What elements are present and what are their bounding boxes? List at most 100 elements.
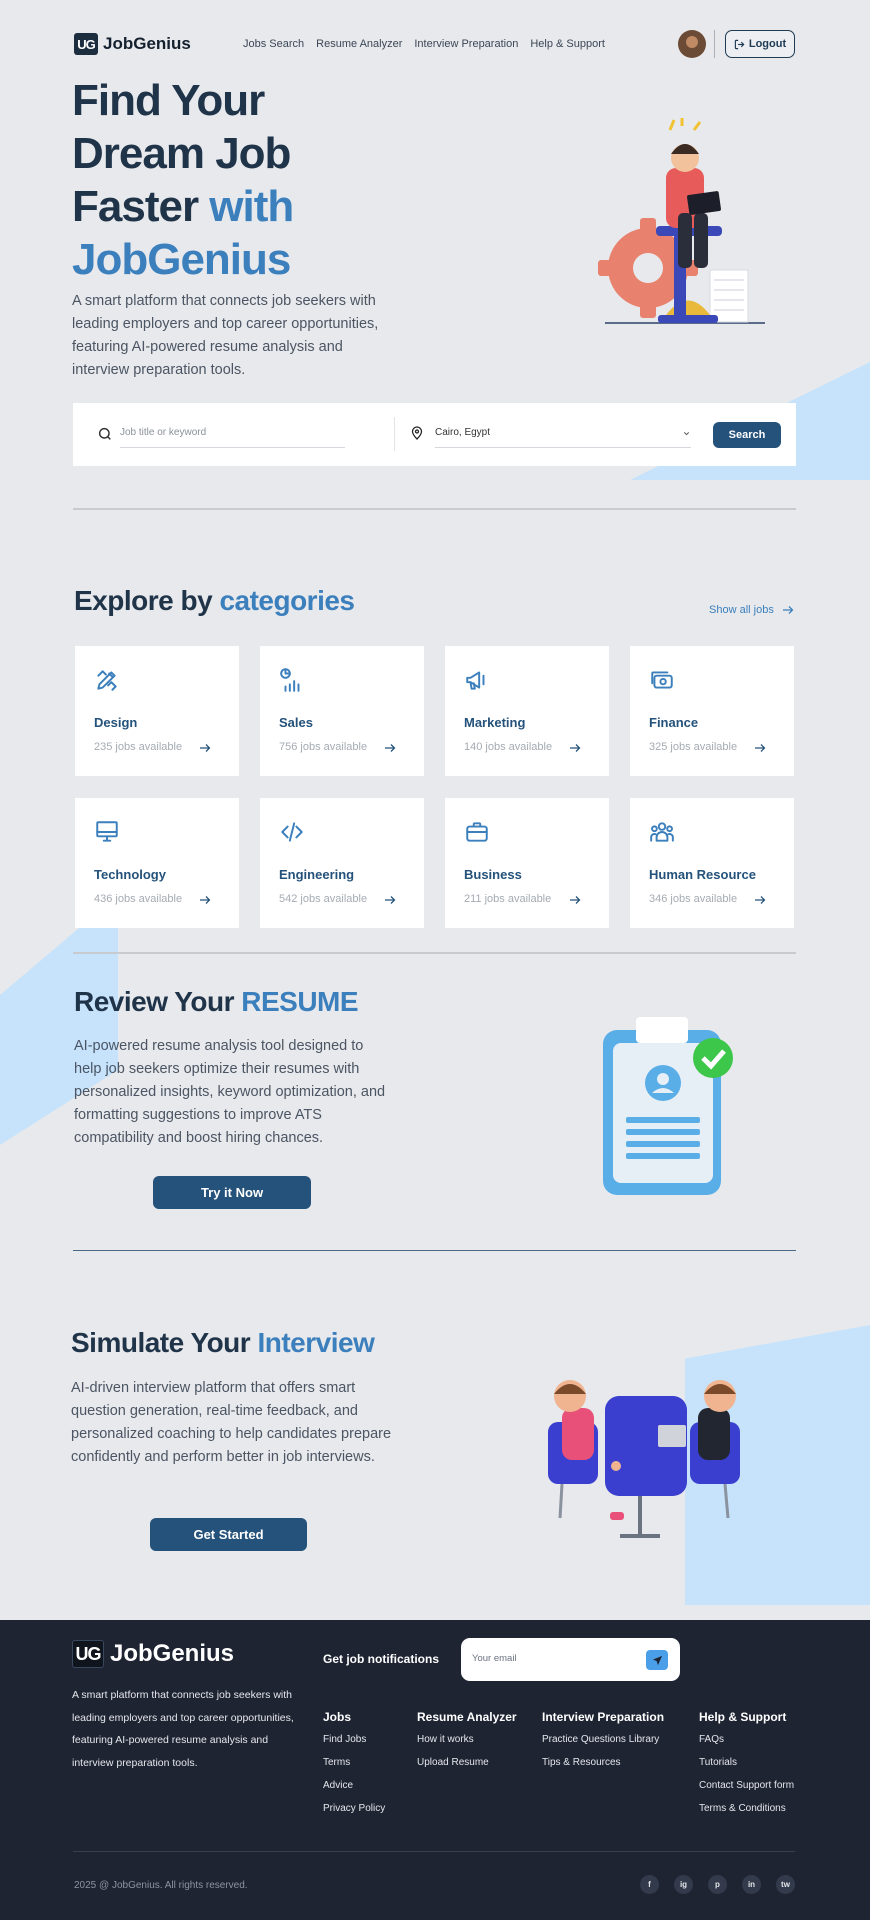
chart-icon (280, 668, 300, 692)
category-count: 346 jobs available (649, 893, 738, 905)
category-card[interactable]: Design 235 jobs available (75, 646, 239, 776)
arrow-right-icon (782, 606, 794, 614)
hero-title-accent: with (209, 182, 294, 231)
logo-mark: UG (74, 33, 98, 55)
resume-illustration (603, 1017, 733, 1195)
arrow-right-icon[interactable] (199, 743, 211, 753)
location-value: Cairo, Egypt (435, 427, 491, 438)
footer-link[interactable]: Find Jobs (323, 1733, 385, 1746)
arrow-right-icon[interactable] (384, 743, 396, 753)
arrow-right-icon[interactable] (384, 895, 396, 905)
keyword-input[interactable] (120, 418, 345, 448)
footer-column-heading: Interview Preparation (542, 1710, 665, 1724)
footer-link[interactable]: Terms (323, 1756, 385, 1769)
hero-title-brand: JobGenius (72, 235, 291, 284)
footer-link[interactable]: Upload Resume (417, 1756, 517, 1769)
code-icon (281, 822, 303, 842)
category-count: 235 jobs available (94, 741, 183, 753)
resume-title-accent: RESUME (241, 986, 359, 1017)
category-count: 436 jobs available (94, 893, 183, 905)
logout-button[interactable]: Logout (725, 30, 795, 58)
category-card[interactable]: Engineering 542 jobs available (260, 798, 424, 928)
email-placeholder: Your email (472, 1653, 517, 1664)
chevron-down-icon (683, 431, 690, 436)
category-card[interactable]: Marketing 140 jobs available (445, 646, 609, 776)
footer-column: Help & Support FAQs Tutorials Contact Suppo… (699, 1710, 794, 1825)
arrow-right-icon[interactable] (569, 895, 581, 905)
section-divider (73, 1250, 796, 1251)
search-button[interactable]: Search (713, 422, 781, 448)
footer-link[interactable]: How it works (417, 1733, 517, 1746)
interview-title-text: Simulate Your (71, 1327, 258, 1358)
nav-resume-analyzer[interactable]: Resume Analyzer (316, 38, 402, 50)
nav-jobs-search[interactable]: Jobs Search (243, 38, 304, 50)
footer-divider (73, 1851, 795, 1852)
category-count: 140 jobs available (464, 741, 553, 753)
send-icon (652, 1655, 662, 1665)
logo[interactable]: UG JobGenius (74, 33, 191, 55)
hero-illustration (598, 118, 765, 324)
linkedin-icon[interactable]: in (742, 1875, 761, 1894)
footer: UG JobGenius A smart platform that conne… (0, 1620, 870, 1920)
footer-link[interactable]: Tutorials (699, 1756, 794, 1769)
logout-label: Logout (748, 38, 787, 50)
try-it-now-button[interactable]: Try it Now (153, 1176, 311, 1209)
get-started-button[interactable]: Get Started (150, 1518, 307, 1551)
instagram-icon[interactable]: ig (674, 1875, 693, 1894)
facebook-icon[interactable]: f (640, 1875, 659, 1894)
category-count: 211 jobs available (464, 893, 552, 905)
notifications-label: Get job notifications (323, 1652, 439, 1666)
logo-text: JobGenius (103, 34, 191, 53)
resume-title-text: Review Your (74, 986, 242, 1017)
category-card[interactable]: Business 211 jobs available (445, 798, 609, 928)
arrow-right-icon[interactable] (754, 895, 766, 905)
category-name: Design (94, 715, 138, 730)
subscribe-button[interactable] (646, 1650, 668, 1670)
footer-link[interactable]: Contact Support form (699, 1779, 794, 1792)
email-field[interactable]: Your email (461, 1638, 680, 1681)
category-card[interactable]: Human Resource 346 jobs available (630, 798, 794, 928)
interview-illustration (548, 1380, 740, 1538)
category-card[interactable]: Sales 756 jobs available (260, 646, 424, 776)
copyright: 2025 @ JobGenius. All rights reserved. (74, 1880, 248, 1891)
footer-logo[interactable]: UG JobGenius (72, 1640, 234, 1668)
logout-icon (734, 39, 745, 49)
footer-column-heading: Jobs (323, 1710, 352, 1724)
category-name: Human Resource (649, 867, 756, 882)
twitter-icon[interactable]: tw (776, 1875, 795, 1894)
category-card[interactable]: Technology 436 jobs available (75, 798, 239, 928)
job-search-bar: Cairo, Egypt Search (73, 403, 796, 466)
category-count: 325 jobs available (649, 741, 738, 753)
divider (714, 30, 715, 58)
footer-column: Interview Preparation Practice Questions … (542, 1710, 664, 1779)
hero-title-line: Find Your (72, 76, 265, 125)
logo-text: JobGenius (110, 1640, 235, 1667)
category-card[interactable]: Finance 325 jobs available (630, 646, 794, 776)
pinterest-icon[interactable]: p (708, 1875, 727, 1894)
money-icon (651, 671, 673, 689)
category-name: Sales (279, 715, 313, 730)
category-name: Business (464, 867, 522, 882)
footer-link[interactable]: FAQs (699, 1733, 794, 1746)
arrow-right-icon[interactable] (754, 743, 766, 753)
interview-title: Simulate Your Interview (71, 1327, 375, 1359)
show-all-jobs-link[interactable]: Show all jobs (709, 604, 794, 616)
footer-column: Jobs Find Jobs Terms Advice Privacy Policy (323, 1710, 385, 1825)
nav-help-support[interactable]: Help & Support (530, 38, 605, 50)
top-nav: UG JobGenius Jobs Search Resume Analyzer… (74, 28, 795, 60)
avatar[interactable] (678, 30, 706, 58)
arrow-right-icon[interactable] (199, 895, 211, 905)
arrow-right-icon[interactable] (569, 743, 581, 753)
footer-link[interactable]: Practice Questions Library (542, 1733, 664, 1746)
nav-interview-preparation[interactable]: Interview Preparation (414, 38, 518, 50)
hero-title-text: Faster (72, 182, 210, 231)
footer-column: Resume Analyzer How it works Upload Resume (417, 1710, 517, 1779)
footer-link[interactable]: Tips & Resources (542, 1756, 664, 1769)
location-select[interactable]: Cairo, Egypt (435, 418, 691, 448)
interview-description: AI-driven interview platform that offers… (71, 1380, 392, 1465)
footer-column-heading: Resume Analyzer (417, 1710, 517, 1724)
footer-link[interactable]: Advice (323, 1779, 385, 1792)
show-all-label: Show all jobs (709, 604, 774, 616)
footer-link[interactable]: Terms & Conditions (699, 1802, 794, 1815)
footer-link[interactable]: Privacy Policy (323, 1802, 385, 1815)
